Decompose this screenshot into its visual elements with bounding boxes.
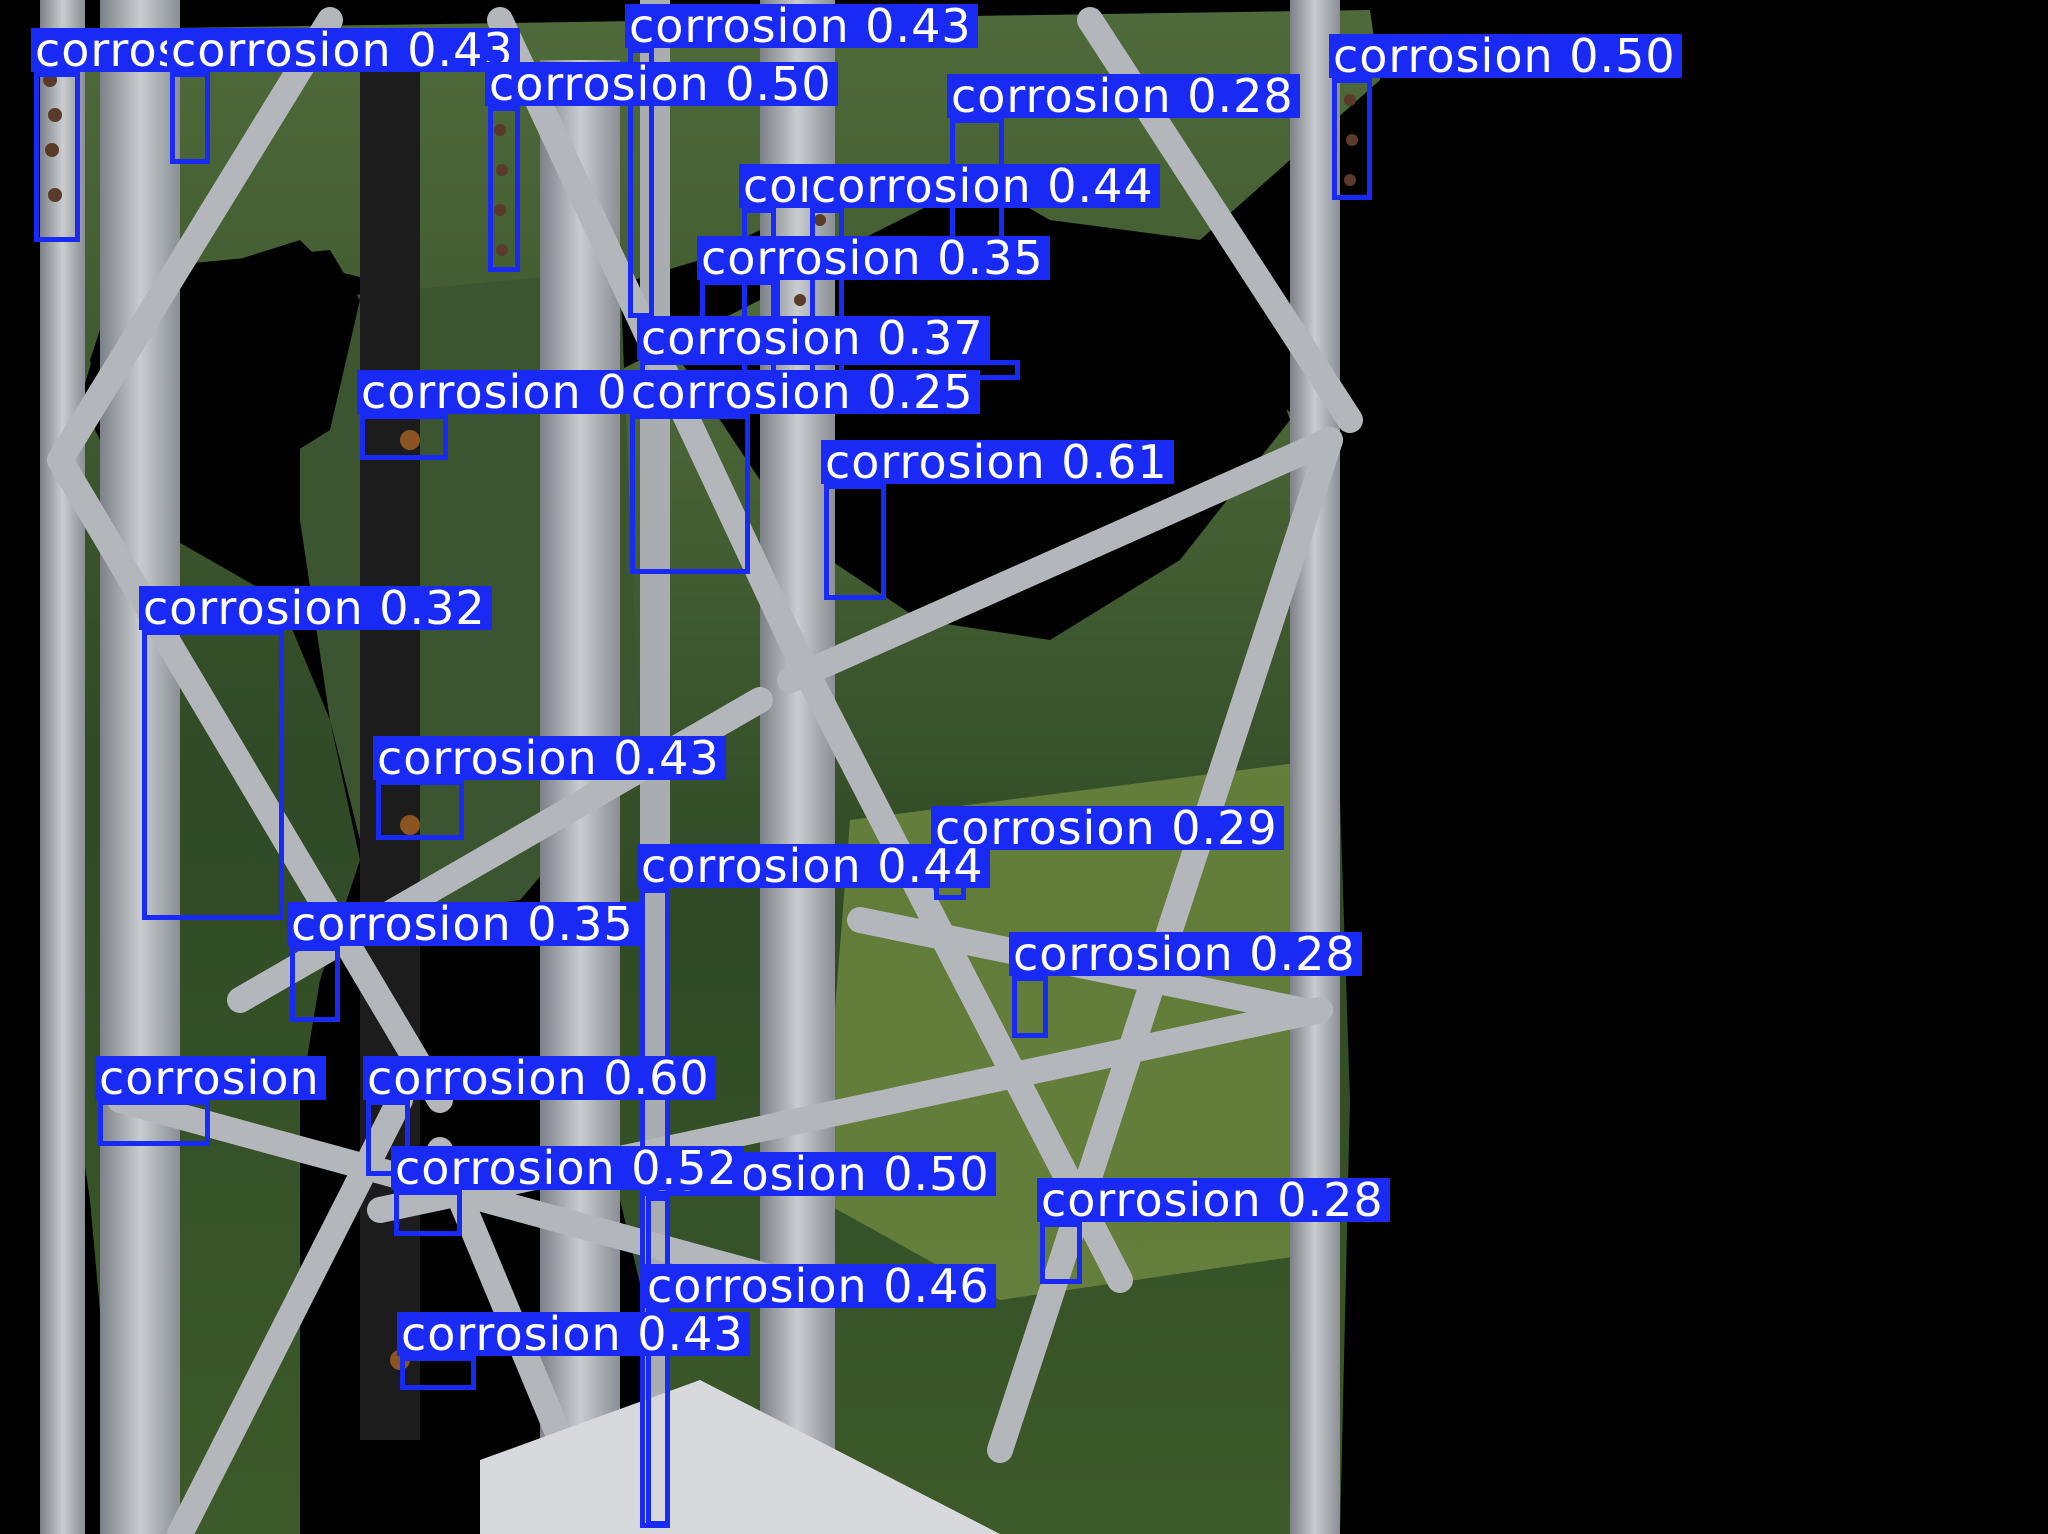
detection-box: corrosion 0.50 — [485, 61, 838, 272]
bounding-box — [290, 946, 340, 1022]
bounding-box — [34, 72, 80, 242]
detection-label: corrosion 0.44 — [807, 163, 1160, 209]
bounding-box — [98, 1100, 210, 1146]
detection-box: corrosion 0.43 — [397, 1311, 750, 1390]
detection-box: corrosion 0.38 — [357, 369, 710, 460]
detection-label: corrosion 0.50 — [1329, 33, 1682, 79]
detection-label: corrosion 0.60 — [363, 1055, 716, 1101]
detection-label: corrosion 0.35 — [697, 235, 1050, 281]
detection-label: corrosion 0.25 — [627, 369, 980, 415]
detection-box: corrosion 0.28 — [1037, 1177, 1390, 1284]
detection-label: corrosion 0.44 — [637, 843, 990, 889]
detection-label: corrosion 0.43 — [625, 3, 978, 49]
detection-box: corrosion 0.51 — [31, 27, 384, 242]
detection-label: corrosion 0.32 — [139, 585, 492, 631]
bounding-box — [142, 630, 284, 920]
bounding-box — [376, 780, 464, 840]
detection-label: corrosion 0.43 — [373, 735, 726, 781]
detection-box: corrosion 0.28 — [1009, 931, 1362, 1038]
detection-label: corrosion — [95, 1055, 326, 1101]
detection-label: corrosion 0.50 — [485, 61, 838, 107]
detection-label: corrosion 0.43 — [167, 27, 520, 73]
detection-box: corrosion — [95, 1055, 326, 1146]
bounding-box — [824, 484, 886, 600]
bounding-box — [170, 72, 210, 164]
detection-label: corrosion 0.28 — [947, 73, 1300, 119]
detection-box: corrosion 0.35 — [287, 901, 640, 1022]
detection-box: corrosion 0.50 — [1329, 33, 1682, 200]
bounding-box — [394, 1190, 462, 1236]
detection-box: corrosion 0.61 — [821, 439, 1174, 600]
bounding-box — [400, 1356, 476, 1390]
bounding-box — [1012, 976, 1048, 1038]
detection-box: corrosion 0.43 — [167, 27, 520, 164]
detection-label: corrosion 0.46 — [643, 1263, 996, 1309]
bounding-box — [630, 414, 750, 574]
bounding-box — [360, 414, 448, 460]
bounding-box — [1332, 78, 1372, 200]
detection-label: corrosion 0.61 — [821, 439, 1174, 485]
detection-label: corrosion 0.28 — [1037, 1177, 1390, 1223]
detection-box: corrosion 0.52 — [391, 1145, 744, 1236]
detection-label: corrosion 0.43 — [397, 1311, 750, 1357]
detection-box: corrosion 0.32 — [139, 585, 492, 920]
detection-box: corrosion 0.43 — [373, 735, 726, 840]
detection-label: corrosion 0.28 — [1009, 931, 1362, 977]
bounding-box — [488, 106, 520, 272]
detection-label: corrosion 0.52 — [391, 1145, 744, 1191]
bounding-box — [1040, 1222, 1082, 1284]
detection-box: corrosion 0.25 — [627, 369, 980, 574]
detection-label: corrosion 0.35 — [287, 901, 640, 947]
detection-label: corrosion 0.37 — [637, 315, 990, 361]
